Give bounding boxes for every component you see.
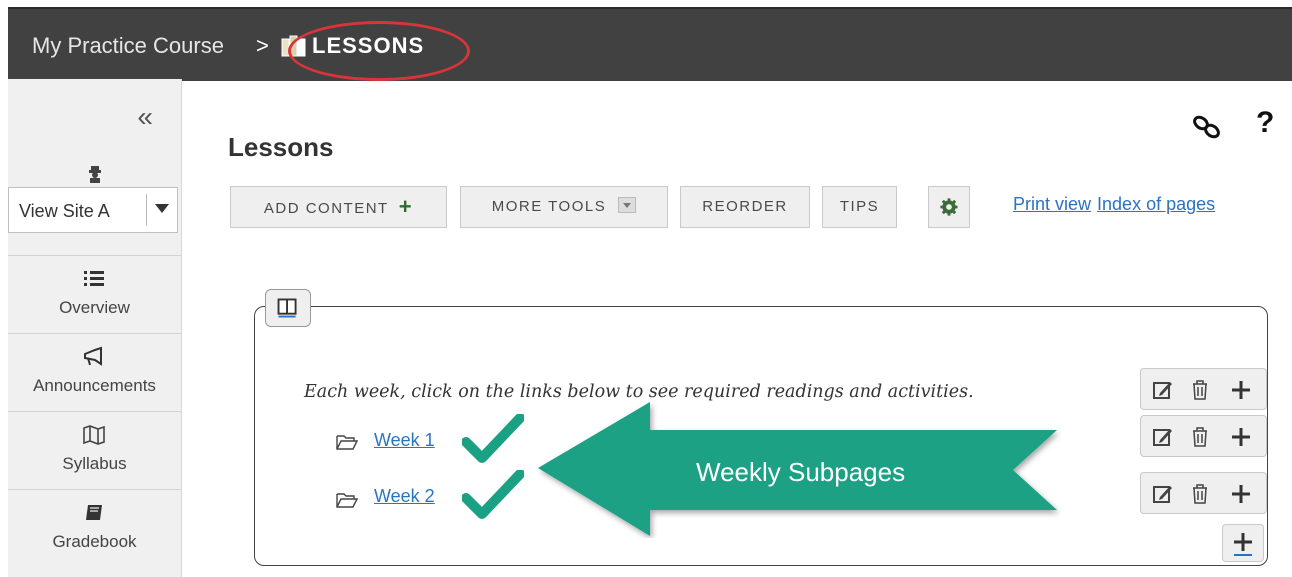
sidebar-item-gradebook[interactable]: Gradebook bbox=[8, 489, 181, 568]
page-title: Lessons bbox=[228, 132, 334, 162]
edit-icon[interactable] bbox=[1151, 482, 1175, 506]
add-content-button[interactable]: ADD CONTENT + bbox=[230, 186, 447, 228]
list-icon bbox=[84, 271, 104, 286]
checkmark-icon bbox=[462, 470, 524, 519]
reorder-button[interactable]: REORDER bbox=[680, 186, 810, 228]
top-bar: My Practice Course > LESSONS bbox=[8, 7, 1292, 81]
trash-icon[interactable] bbox=[1189, 378, 1211, 402]
reorder-label: REORDER bbox=[702, 198, 788, 215]
plus-icon: + bbox=[398, 194, 414, 219]
site-role-icon bbox=[89, 166, 101, 183]
settings-button[interactable] bbox=[928, 186, 970, 228]
add-item-button[interactable] bbox=[1222, 524, 1264, 562]
plus-icon[interactable] bbox=[1229, 482, 1253, 506]
trash-icon[interactable] bbox=[1189, 425, 1211, 449]
sidebar-item-overview[interactable]: Overview bbox=[8, 255, 181, 334]
sidebar-item-announcements[interactable]: Announcements bbox=[8, 333, 181, 412]
chain-link-icon[interactable] bbox=[1190, 112, 1224, 142]
column-icon bbox=[277, 298, 297, 318]
folder-icon bbox=[336, 493, 358, 508]
book-icon bbox=[86, 505, 102, 520]
checkmark-icon bbox=[462, 414, 524, 463]
dropdown-arrow-icon bbox=[618, 197, 637, 213]
edit-icon[interactable] bbox=[1151, 425, 1175, 449]
tips-button[interactable]: TIPS bbox=[822, 186, 897, 228]
breadcrumb-separator: > bbox=[256, 33, 269, 58]
view-site-as-value: View Site A bbox=[19, 201, 110, 221]
tips-label: TIPS bbox=[839, 198, 880, 215]
view-site-as-select[interactable]: View Site A bbox=[8, 187, 178, 233]
print-view-link[interactable]: Print view bbox=[1013, 194, 1091, 214]
sidebar: « View Site A Overview Announcements Syl… bbox=[8, 79, 182, 577]
select-divider bbox=[146, 194, 147, 226]
plus-icon[interactable] bbox=[1229, 425, 1253, 449]
edit-icon[interactable] bbox=[1151, 378, 1175, 402]
trash-icon[interactable] bbox=[1189, 482, 1211, 506]
collapse-sidebar-button[interactable]: « bbox=[8, 79, 181, 159]
highlight-oval-annotation bbox=[288, 21, 470, 81]
column-layout-button[interactable] bbox=[265, 289, 311, 327]
plus-icon[interactable] bbox=[1229, 378, 1253, 402]
chevron-down-icon bbox=[155, 204, 169, 213]
more-tools-label: MORE TOOLS bbox=[491, 198, 607, 215]
subpage-link-week-1[interactable]: Week 1 bbox=[374, 430, 435, 451]
item-edit-controls bbox=[1140, 368, 1267, 410]
sidebar-item-syllabus[interactable]: Syllabus bbox=[8, 411, 181, 490]
sidebar-item-label: Announcements bbox=[33, 376, 156, 395]
add-content-label: ADD CONTENT bbox=[263, 200, 389, 217]
gear-icon bbox=[940, 198, 958, 216]
breadcrumb-course-link[interactable]: My Practice Course bbox=[32, 33, 224, 59]
double-chevron-left-icon: « bbox=[137, 101, 153, 132]
subpage-link-week-2[interactable]: Week 2 bbox=[374, 486, 435, 507]
sidebar-item-label: Syllabus bbox=[62, 454, 127, 473]
item-edit-controls bbox=[1140, 472, 1267, 514]
more-tools-button[interactable]: MORE TOOLS bbox=[460, 186, 668, 228]
help-icon[interactable]: ? bbox=[1256, 106, 1274, 140]
item-edit-controls bbox=[1140, 415, 1267, 457]
megaphone-icon bbox=[84, 346, 102, 366]
index-of-pages-link[interactable]: Index of pages bbox=[1097, 194, 1215, 214]
sidebar-item-label: Overview bbox=[59, 298, 130, 317]
map-icon bbox=[83, 425, 105, 445]
folder-icon bbox=[336, 435, 358, 450]
sidebar-item-label: Gradebook bbox=[52, 532, 137, 551]
callout-text: Weekly Subpages bbox=[696, 457, 906, 487]
add-below-icon bbox=[1234, 533, 1252, 556]
